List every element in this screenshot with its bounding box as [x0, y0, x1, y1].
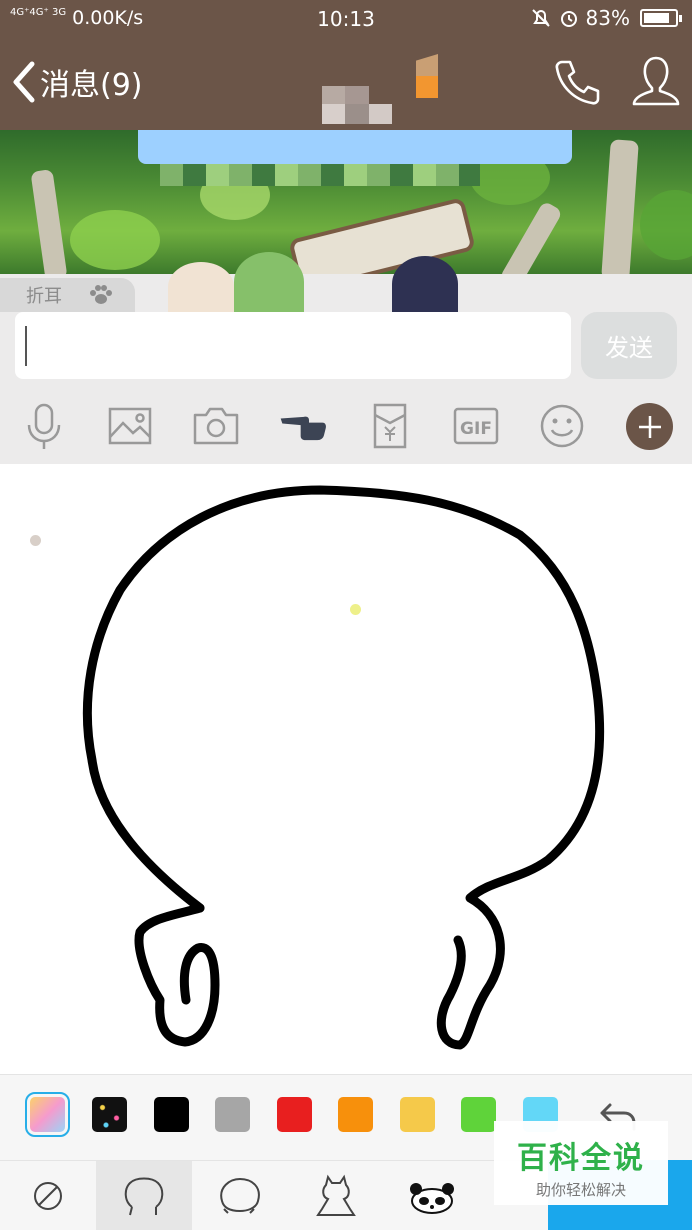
gif-label: GIF: [460, 419, 492, 439]
doodle-canvas[interactable]: [0, 464, 692, 1074]
battery-percent: 83%: [585, 6, 630, 30]
panda-icon: [410, 1183, 454, 1214]
green-hair-character-sticker: [234, 252, 304, 312]
red-packet-icon: [373, 403, 407, 449]
more-button[interactable]: [626, 403, 673, 450]
back-label: 消息(9): [40, 68, 143, 103]
chat-header: 消息(9): [0, 38, 692, 130]
status-bar: 4G⁺4G⁺ 3G 0.00K/s 10:13 83%: [0, 0, 692, 38]
emoji-button[interactable]: [534, 400, 590, 452]
swatch-yellow[interactable]: [400, 1097, 435, 1132]
template-panda[interactable]: [384, 1161, 480, 1230]
message-input[interactable]: [15, 312, 571, 379]
red-packet-button[interactable]: [362, 400, 418, 452]
back-button[interactable]: 消息(9): [8, 58, 143, 106]
chevron-left-icon: [13, 61, 35, 103]
fold-ear-label: 折耳: [26, 286, 62, 307]
status-icons: 83%: [530, 6, 682, 30]
watermark: 百科全说 助你轻松解决: [494, 1121, 668, 1205]
smiley-icon: [540, 404, 584, 448]
blob-outline-icon: [220, 1177, 260, 1214]
battery-fill: [644, 13, 669, 23]
fold-ear-tab[interactable]: 折耳: [0, 278, 135, 312]
swatch-gray[interactable]: [215, 1097, 250, 1132]
swatch-orange[interactable]: [338, 1097, 373, 1132]
template-blob[interactable]: [192, 1161, 288, 1230]
cat-sticker: [168, 262, 234, 312]
swatch-red[interactable]: [277, 1097, 312, 1132]
gif-button[interactable]: GIF: [448, 400, 504, 452]
template-bear-ears[interactable]: [96, 1161, 192, 1230]
bear-ears-stroke: [82, 485, 605, 1050]
contact-name-pixelated: [322, 46, 442, 126]
pixelated-message: [138, 130, 572, 164]
mute-bell-icon: [531, 9, 550, 27]
template-cat[interactable]: [288, 1161, 384, 1230]
sticker-strip: 折耳: [0, 252, 692, 312]
image-button[interactable]: [102, 400, 158, 452]
plus-icon: [638, 415, 661, 438]
cat-outline-icon: [316, 1174, 356, 1216]
input-row: 发送: [0, 312, 692, 388]
input-toolbar: GIF: [0, 388, 692, 464]
alarm-icon: [560, 11, 577, 27]
battery-icon: [640, 9, 682, 27]
swatch-black[interactable]: [154, 1097, 189, 1132]
voice-button[interactable]: [16, 400, 72, 452]
watermark-title: 百科全说: [517, 1141, 645, 1176]
poke-button[interactable]: [274, 400, 334, 452]
dark-hair-character-sticker: [392, 256, 458, 312]
phone-icon[interactable]: [552, 56, 604, 108]
watermark-subtitle: 助你轻松解决: [535, 1181, 626, 1199]
pointing-hand-icon: [280, 416, 326, 441]
gif-icon: GIF: [453, 407, 499, 445]
send-button[interactable]: 发送: [581, 312, 677, 379]
swatch-gradient[interactable]: [25, 1092, 70, 1137]
bear-ears-outline-icon: [124, 1177, 164, 1216]
profile-icon[interactable]: [628, 52, 684, 110]
camera-icon: [193, 407, 239, 445]
text-caret: [25, 326, 27, 366]
camera-button[interactable]: [188, 400, 244, 452]
image-icon: [108, 407, 152, 445]
microphone-icon: [27, 403, 61, 449]
template-none[interactable]: [0, 1161, 96, 1230]
none-icon: [34, 1182, 62, 1210]
paw-icon: [90, 285, 112, 304]
swatch-green[interactable]: [461, 1097, 496, 1132]
swatch-sparkle[interactable]: [92, 1097, 127, 1132]
signboard: [288, 197, 476, 274]
chat-background-banner: [0, 130, 692, 274]
